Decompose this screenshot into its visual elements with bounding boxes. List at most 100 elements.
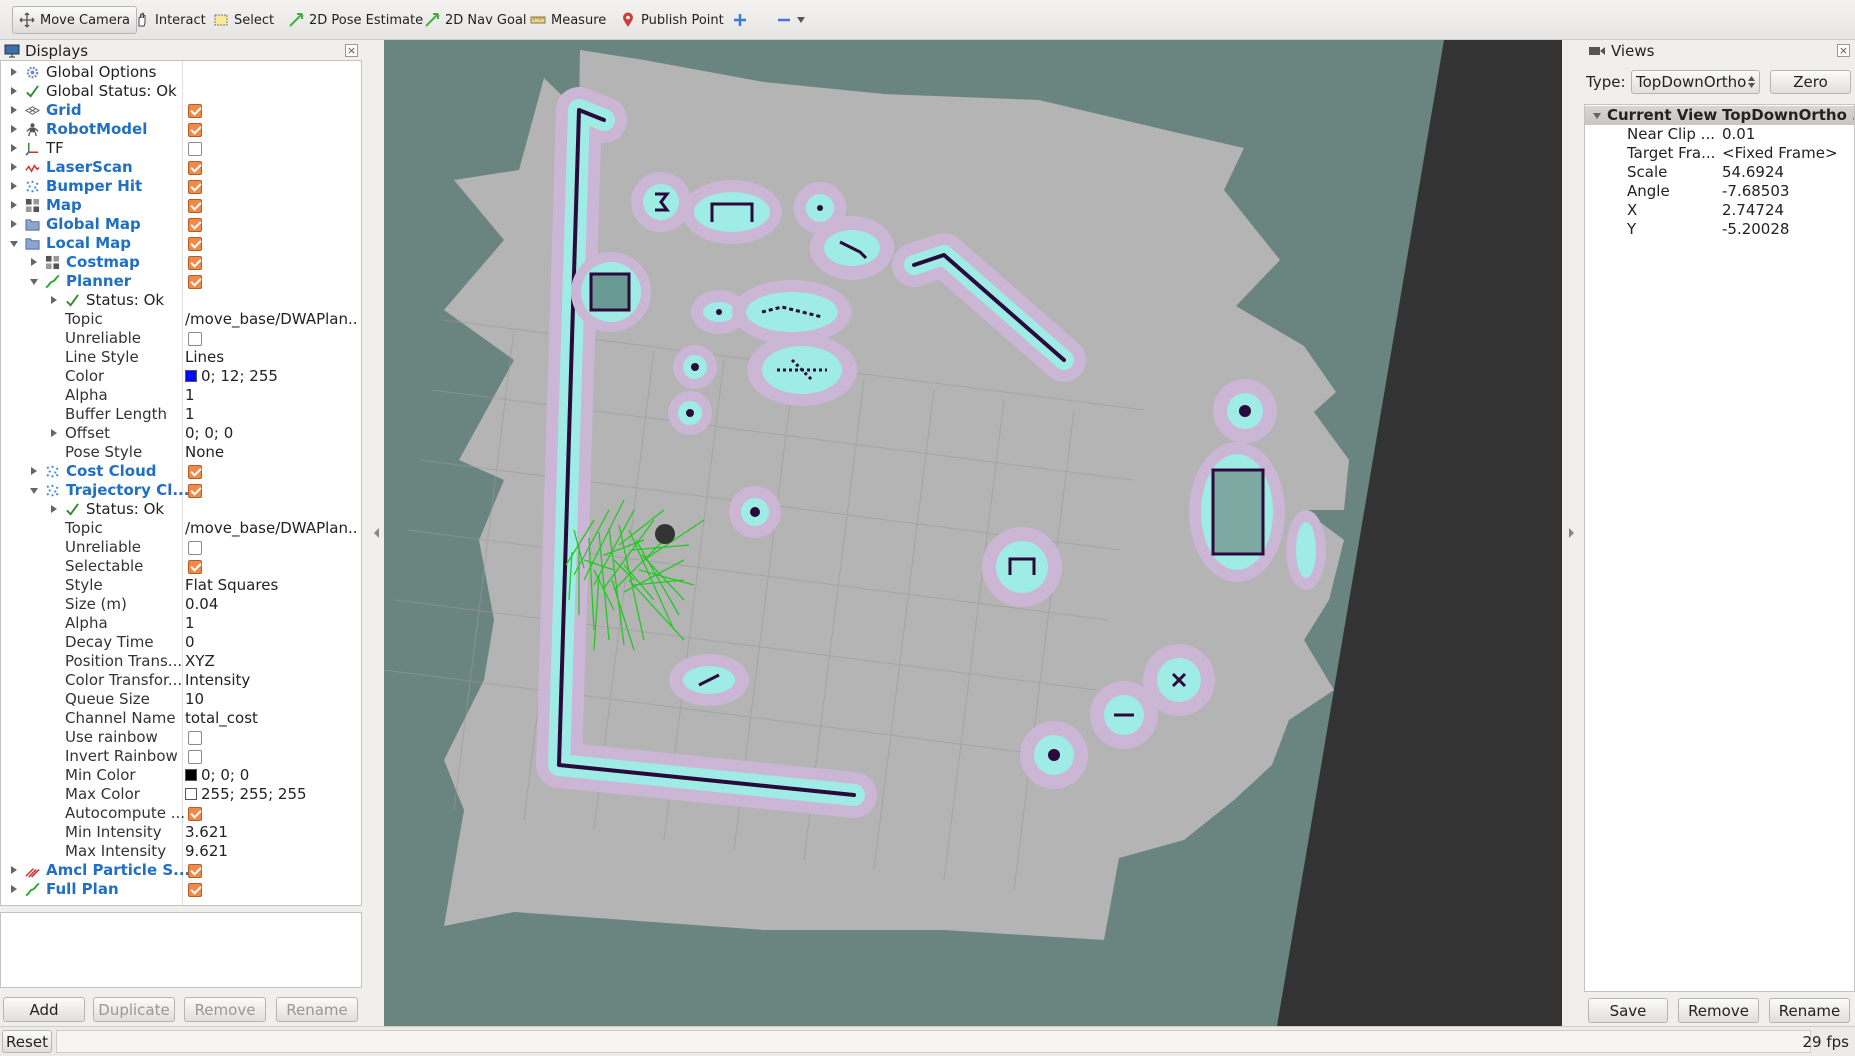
display-label: Amcl Particle S... <box>46 861 191 879</box>
measure-tool[interactable]: Measure <box>524 6 612 34</box>
view-type-select[interactable]: TopDownOrtho <box>1631 70 1760 94</box>
enabled-checkbox[interactable] <box>188 199 202 213</box>
property-row-min-color[interactable]: Min Color 0; 0; 0 <box>1 766 361 785</box>
select-tool[interactable]: Select <box>207 6 280 34</box>
view-property-row[interactable]: Scale 54.6924 <box>1585 163 1854 182</box>
use-rainbow-checkbox[interactable] <box>188 731 202 745</box>
add-tool-button[interactable] <box>726 6 754 34</box>
unreliable-checkbox[interactable] <box>188 332 202 346</box>
pose-estimate-tool[interactable]: 2D Pose Estimate <box>282 6 429 34</box>
display-row-planner[interactable]: Planner <box>1 272 361 291</box>
remove-display-button[interactable]: Remove <box>184 997 266 1022</box>
enabled-checkbox[interactable] <box>188 218 202 232</box>
autocompute-checkbox[interactable] <box>188 807 202 821</box>
render-viewport[interactable] <box>384 40 1562 1026</box>
property-row-min-intensity[interactable]: Min Intensity 3.621 <box>1 823 361 842</box>
property-row-color[interactable]: Color 0; 12; 255 <box>1 367 361 386</box>
enabled-checkbox[interactable] <box>188 883 202 897</box>
current-view-row[interactable]: Current View TopDownOrtho ... <box>1585 106 1854 125</box>
duplicate-display-button[interactable]: Duplicate <box>93 997 175 1022</box>
display-row-trajectory-status[interactable]: Status: Ok <box>1 500 361 519</box>
property-row-topic[interactable]: Topic /move_base/DWAPlan... <box>1 519 361 538</box>
display-row-laserscan[interactable]: LaserScan <box>1 158 361 177</box>
property-row-selectable[interactable]: Selectable <box>1 557 361 576</box>
property-row-use-rainbow[interactable]: Use rainbow <box>1 728 361 747</box>
display-row-bumper-hit[interactable]: Bumper Hit <box>1 177 361 196</box>
display-row-tf[interactable]: TF <box>1 139 361 158</box>
view-property-row[interactable]: Near Clip ... 0.01 <box>1585 125 1854 144</box>
color-value: 0; 0; 0 <box>185 766 357 785</box>
property-row-channel-name[interactable]: Channel Name total_cost <box>1 709 361 728</box>
enabled-checkbox[interactable] <box>188 104 202 118</box>
zero-view-button[interactable]: Zero <box>1770 70 1851 94</box>
display-row-map[interactable]: Map <box>1 196 361 215</box>
invert-rainbow-checkbox[interactable] <box>188 750 202 764</box>
rename-view-button[interactable]: Rename <box>1769 998 1850 1023</box>
enabled-checkbox[interactable] <box>188 484 202 498</box>
property-row-invert-rainbow[interactable]: Invert Rainbow <box>1 747 361 766</box>
collapse-left-arrow-icon[interactable] <box>372 527 380 539</box>
property-row-topic[interactable]: Topic /move_base/DWAPlan... <box>1 310 361 329</box>
enabled-checkbox[interactable] <box>188 465 202 479</box>
unreliable-checkbox[interactable] <box>188 541 202 555</box>
view-property-row[interactable]: Target Fra... <Fixed Frame> <box>1585 144 1854 163</box>
interact-tool[interactable]: Interact <box>128 6 212 34</box>
view-property-row[interactable]: Angle -7.68503 <box>1585 182 1854 201</box>
remove-view-button[interactable]: Remove <box>1678 998 1759 1023</box>
property-row-unreliable[interactable]: Unreliable <box>1 538 361 557</box>
property-row-decay-time[interactable]: Decay Time 0 <box>1 633 361 652</box>
map-canvas[interactable] <box>384 40 1562 1026</box>
display-row-robotmodel[interactable]: RobotModel <box>1 120 361 139</box>
property-row-max-intensity[interactable]: Max Intensity 9.621 <box>1 842 361 861</box>
display-row-amcl-particles[interactable]: Amcl Particle S... <box>1 861 361 880</box>
property-row-offset[interactable]: Offset 0; 0; 0 <box>1 424 361 443</box>
reset-button[interactable]: Reset <box>2 1030 52 1053</box>
selectable-checkbox[interactable] <box>188 560 202 574</box>
property-row-style[interactable]: Style Flat Squares <box>1 576 361 595</box>
enabled-checkbox[interactable] <box>188 275 202 289</box>
property-row-position-transformer[interactable]: Position Trans... XYZ <box>1 652 361 671</box>
property-row-buffer-length[interactable]: Buffer Length 1 <box>1 405 361 424</box>
collapse-right-arrow-icon[interactable] <box>1568 527 1576 539</box>
enabled-checkbox[interactable] <box>188 237 202 251</box>
enabled-checkbox[interactable] <box>188 123 202 137</box>
display-row-trajectory-cloud[interactable]: Trajectory Cl... <box>1 481 361 500</box>
move-camera-tool[interactable]: Move Camera <box>12 6 138 34</box>
rename-display-button[interactable]: Rename <box>276 997 358 1022</box>
enabled-checkbox[interactable] <box>188 142 202 156</box>
view-property-row[interactable]: X 2.74724 <box>1585 201 1854 220</box>
property-row-line-style[interactable]: Line Style Lines <box>1 348 361 367</box>
display-row-global-options[interactable]: Global Options <box>1 63 361 82</box>
property-row-alpha[interactable]: Alpha 1 <box>1 386 361 405</box>
views-close-button[interactable]: × <box>1837 44 1850 57</box>
displays-close-button[interactable]: × <box>345 44 358 57</box>
property-row-unreliable[interactable]: Unreliable <box>1 329 361 348</box>
display-row-global-map[interactable]: Global Map <box>1 215 361 234</box>
nav-goal-tool[interactable]: 2D Nav Goal <box>418 6 533 34</box>
property-row-color-transformer[interactable]: Color Transfor... Intensity <box>1 671 361 690</box>
display-row-global-status[interactable]: Global Status: Ok <box>1 82 361 101</box>
display-row-local-map[interactable]: Local Map <box>1 234 361 253</box>
enabled-checkbox[interactable] <box>188 256 202 270</box>
enabled-checkbox[interactable] <box>188 161 202 175</box>
property-row-autocompute[interactable]: Autocompute ... <box>1 804 361 823</box>
property-row-max-color[interactable]: Max Color 255; 255; 255 <box>1 785 361 804</box>
property-row-size[interactable]: Size (m) 0.04 <box>1 595 361 614</box>
property-row-pose-style[interactable]: Pose Style None <box>1 443 361 462</box>
enabled-checkbox[interactable] <box>188 180 202 194</box>
publish-point-tool[interactable]: Publish Point <box>614 6 730 34</box>
display-row-cost-cloud[interactable]: Cost Cloud <box>1 462 361 481</box>
display-row-costmap[interactable]: Costmap <box>1 253 361 272</box>
add-display-button[interactable]: Add <box>3 997 85 1022</box>
property-row-alpha[interactable]: Alpha 1 <box>1 614 361 633</box>
view-property-value: <Fixed Frame> <box>1722 144 1838 162</box>
remove-tool-menu[interactable] <box>770 6 811 34</box>
view-property-row[interactable]: Y -5.20028 <box>1585 220 1854 239</box>
display-row-grid[interactable]: Grid <box>1 101 361 120</box>
display-row-full-plan[interactable]: Full Plan <box>1 880 361 899</box>
camera-icon <box>1589 47 1605 55</box>
display-row-planner-status[interactable]: Status: Ok <box>1 291 361 310</box>
property-row-queue-size[interactable]: Queue Size 10 <box>1 690 361 709</box>
save-view-button[interactable]: Save <box>1588 998 1668 1023</box>
enabled-checkbox[interactable] <box>188 864 202 878</box>
